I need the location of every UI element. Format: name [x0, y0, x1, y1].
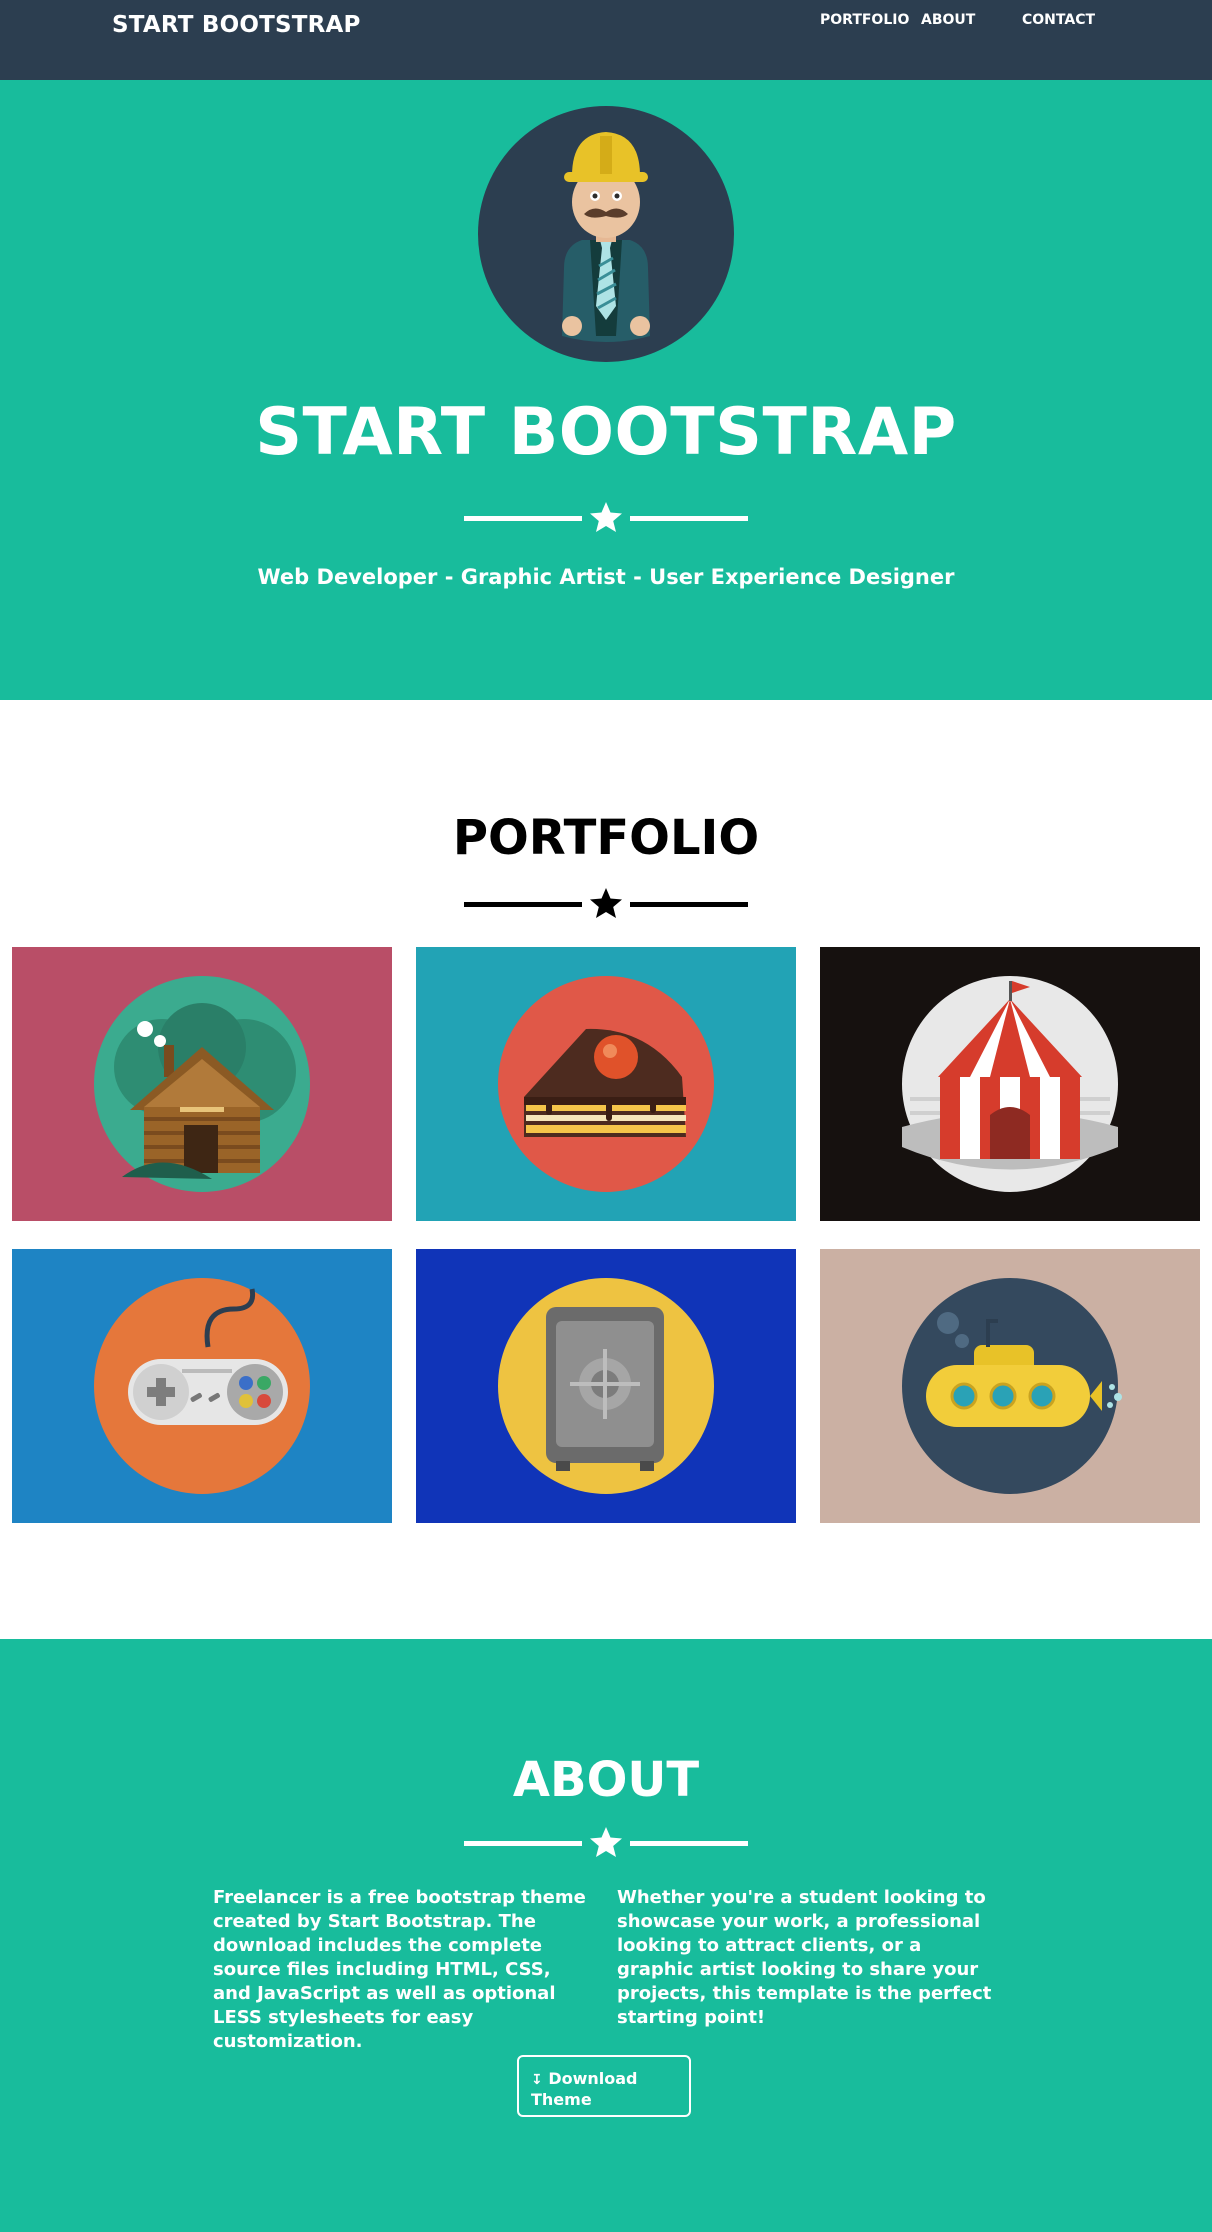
about-title: ABOUT	[512, 1752, 700, 1808]
nav-link-portfolio[interactable]: PORTFOLIO	[820, 12, 909, 28]
hero-subtitle: Web Developer - Graphic Artist - User Ex…	[257, 565, 955, 589]
brand-link[interactable]: START BOOTSTRAP	[112, 12, 361, 38]
portfolio-item-controller[interactable]	[12, 1249, 392, 1523]
star-divider	[464, 502, 748, 532]
star-icon	[590, 502, 622, 532]
header-section: START BOOTSTRAP Web Developer - Graphic …	[0, 80, 1212, 700]
download-button-label: Download Theme	[531, 2069, 638, 2109]
log-cabin-icon	[12, 947, 392, 1221]
circus-tent-icon	[820, 947, 1200, 1221]
portfolio-item-cabin[interactable]	[12, 947, 392, 1221]
portfolio-title: PORTFOLIO	[452, 810, 760, 866]
hero-title: START BOOTSTRAP	[255, 395, 957, 470]
game-controller-icon	[12, 1249, 392, 1523]
safe-icon	[416, 1249, 796, 1523]
navbar: START BOOTSTRAP PORTFOLIO ABOUT CONTACT	[0, 0, 1212, 80]
portfolio-star-divider	[464, 888, 748, 918]
nav-link-contact[interactable]: CONTACT	[1022, 12, 1095, 28]
about-text-right: Whether you're a student looking to show…	[617, 1887, 992, 2028]
cake-slice-icon	[416, 947, 796, 1221]
download-theme-button[interactable]: ↧ Download Theme	[517, 2055, 691, 2117]
profile-avatar-icon	[478, 106, 734, 362]
portfolio-item-safe[interactable]	[416, 1249, 796, 1523]
download-icon: ↧	[531, 2072, 543, 2088]
portfolio-item-cake[interactable]	[416, 947, 796, 1221]
nav-link-about[interactable]: ABOUT	[921, 12, 975, 28]
star-icon	[590, 1827, 622, 1857]
about-star-divider	[464, 1827, 748, 1857]
portfolio-item-submarine[interactable]	[820, 1249, 1200, 1523]
about-text-left: Freelancer is a free bootstrap theme cre…	[213, 1887, 586, 2052]
about-section: ABOUT Freelancer is a free bootstrap the…	[0, 1639, 1212, 2232]
portfolio-item-circus[interactable]	[820, 947, 1200, 1221]
submarine-icon	[820, 1249, 1200, 1523]
star-icon	[590, 888, 622, 918]
